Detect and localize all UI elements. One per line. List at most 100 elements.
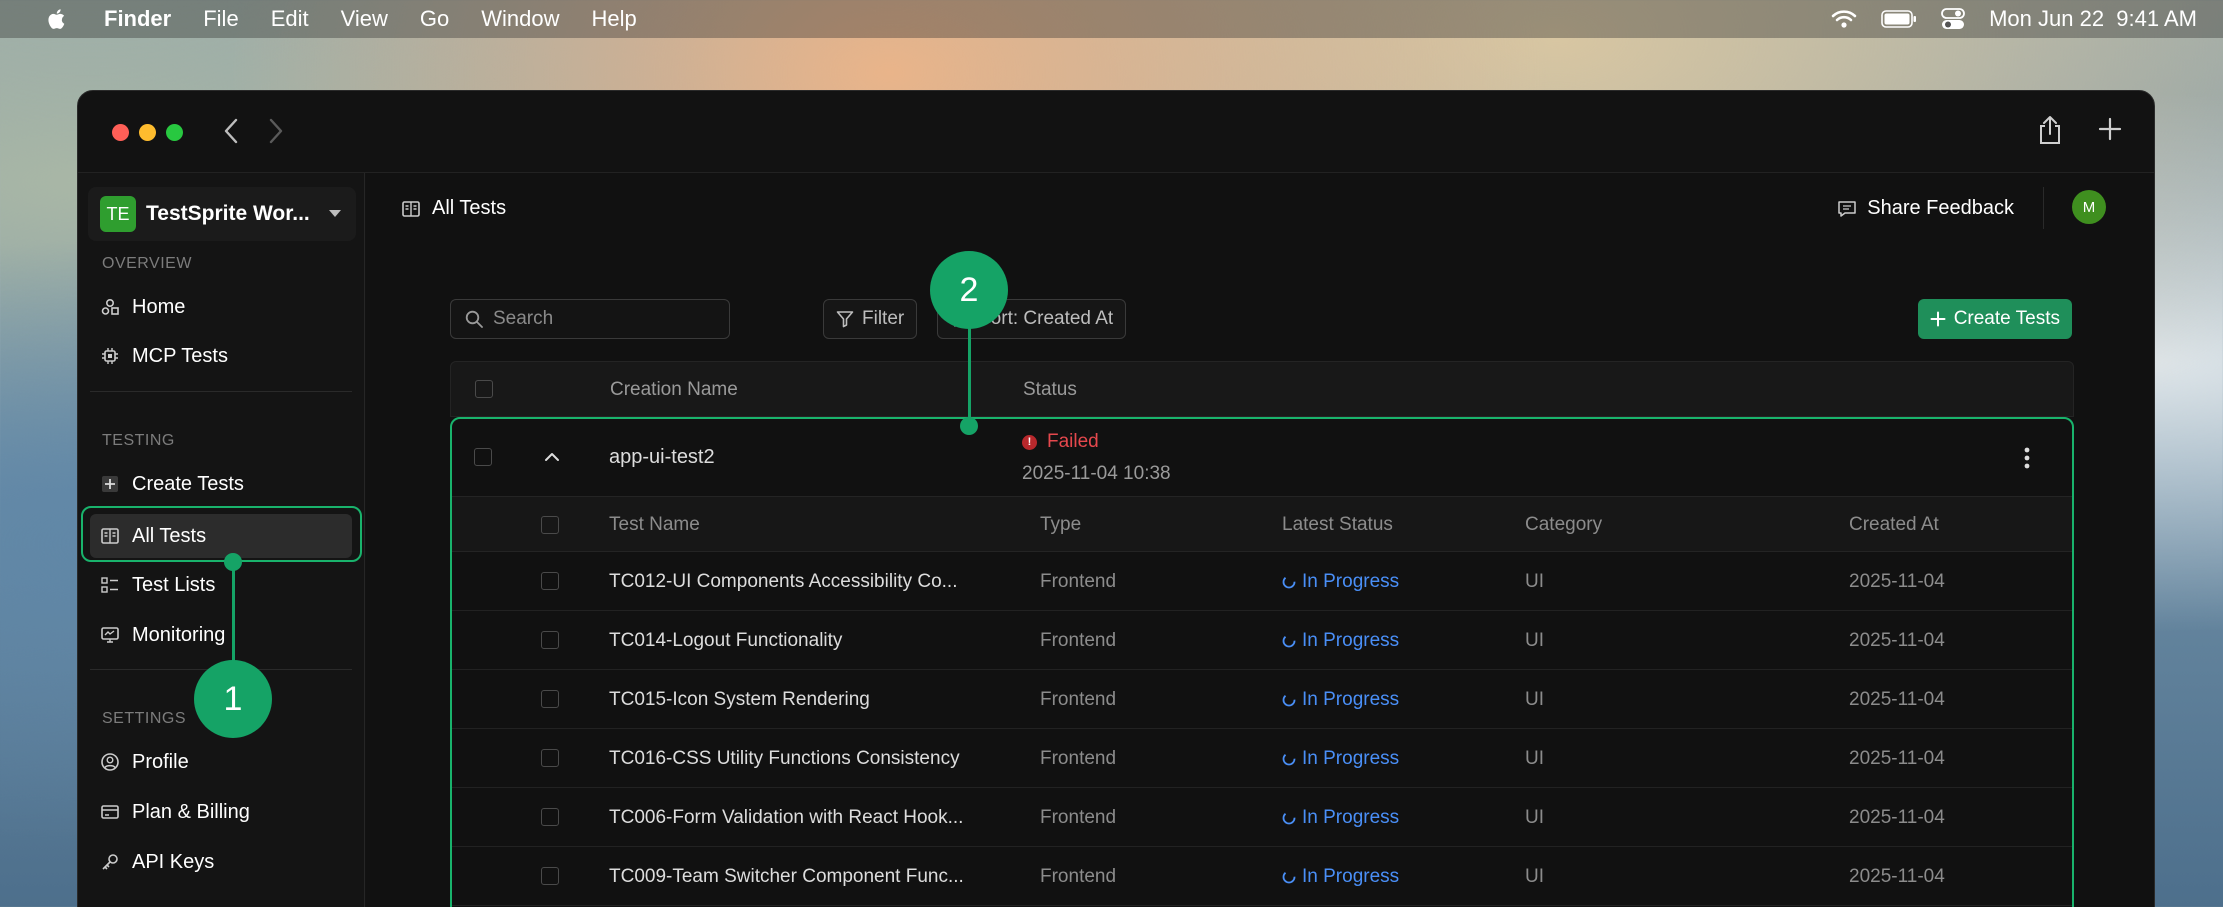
- creation-name[interactable]: app-ui-test2: [609, 446, 715, 469]
- table-row[interactable]: TC014-Logout Functionality Frontend In P…: [452, 611, 2072, 670]
- breadcrumb: All Tests: [402, 197, 506, 220]
- spinner-icon: [1282, 811, 1296, 825]
- table-row[interactable]: TC006-Form Validation with React Hook...…: [452, 788, 2072, 847]
- filter-label: Filter: [862, 308, 905, 329]
- spinner-icon: [1282, 752, 1296, 766]
- test-created-at: 2025-11-04: [1849, 748, 1945, 769]
- latest-status: In Progress: [1282, 748, 1399, 770]
- menu-go[interactable]: Go: [420, 6, 449, 32]
- control-center-icon[interactable]: [1941, 8, 1965, 30]
- book-icon: [402, 200, 420, 217]
- group-row[interactable]: app-ui-test2 ! Failed 2025-11-04 10:38: [452, 419, 2072, 497]
- spinner-icon: [1282, 634, 1296, 648]
- test-name[interactable]: TC016-CSS Utility Functions Consistency: [609, 748, 960, 770]
- row-checkbox[interactable]: [541, 808, 559, 826]
- sidebar-item-plan-billing[interactable]: Plan & Billing: [90, 790, 352, 834]
- menu-finder[interactable]: Finder: [104, 6, 171, 32]
- test-name[interactable]: TC014-Logout Functionality: [609, 630, 842, 652]
- callout-anchor-dot: [960, 417, 978, 435]
- test-type: Frontend: [1040, 807, 1117, 828]
- sidebar-item-profile[interactable]: Profile: [90, 740, 352, 784]
- sidebar-item-label: Home: [132, 295, 186, 318]
- share-feedback-button[interactable]: Share Feedback: [1837, 197, 2014, 220]
- test-type: Frontend: [1040, 689, 1117, 710]
- table-row[interactable]: TC009-Team Switcher Component Func... Fr…: [452, 847, 2072, 906]
- test-type: Frontend: [1040, 571, 1117, 592]
- search-box[interactable]: [450, 299, 730, 339]
- latest-status-text: In Progress: [1302, 689, 1400, 710]
- menubar-clock[interactable]: Mon Jun 22 9:41 AM: [1989, 6, 2197, 32]
- sidebar-item-api-keys[interactable]: API Keys: [90, 840, 352, 884]
- column-test-name[interactable]: Test Name: [609, 514, 700, 536]
- column-latest-status[interactable]: Latest Status: [1282, 514, 1393, 536]
- table-row[interactable]: TC012-UI Components Accessibility Co... …: [452, 552, 2072, 611]
- more-vertical-icon[interactable]: [2024, 447, 2030, 469]
- creation-group: app-ui-test2 ! Failed 2025-11-04 10:38 T…: [450, 417, 2074, 907]
- row-checkbox[interactable]: [541, 867, 559, 885]
- chevron-up-icon[interactable]: [544, 451, 560, 463]
- table-row[interactable]: TC016-CSS Utility Functions Consistency …: [452, 729, 2072, 788]
- test-name[interactable]: TC009-Team Switcher Component Func...: [609, 866, 964, 888]
- callout-badge-1: 1: [194, 660, 272, 738]
- search-input[interactable]: [493, 308, 713, 330]
- latest-status-text: In Progress: [1302, 630, 1400, 651]
- chevron-right-icon[interactable]: [268, 117, 284, 145]
- status-badge: ! Failed: [1022, 431, 1099, 453]
- zoom-window-button[interactable]: [166, 124, 183, 141]
- sidebar-item-test-lists[interactable]: Test Lists: [90, 563, 352, 607]
- menu-window[interactable]: Window: [481, 6, 559, 32]
- user-circle-icon: [100, 752, 120, 772]
- test-created-at: 2025-11-04: [1849, 571, 1945, 592]
- main-content: All Tests Share Feedback M Filter Sort: …: [366, 173, 2154, 907]
- menu-file[interactable]: File: [203, 6, 238, 32]
- column-category[interactable]: Category: [1525, 514, 1602, 536]
- alert-icon: !: [1022, 434, 1037, 450]
- test-type: Frontend: [1040, 748, 1117, 769]
- spinner-icon: [1282, 575, 1296, 589]
- test-name[interactable]: TC015-Icon System Rendering: [609, 689, 870, 711]
- sidebar-item-home[interactable]: Home: [90, 285, 352, 329]
- row-checkbox[interactable]: [541, 631, 559, 649]
- workspace-switcher[interactable]: TE TestSprite Wor...: [88, 187, 356, 241]
- sidebar-item-create-tests[interactable]: Create Tests: [90, 462, 352, 506]
- row-checkbox[interactable]: [474, 448, 492, 466]
- plus-square-icon: [100, 474, 120, 494]
- message-icon: [1838, 200, 1856, 217]
- wifi-icon[interactable]: [1831, 9, 1857, 29]
- plus-icon[interactable]: [2098, 117, 2122, 141]
- minimize-window-button[interactable]: [139, 124, 156, 141]
- column-creation-name[interactable]: Creation Name: [610, 379, 738, 401]
- test-name[interactable]: TC006-Form Validation with React Hook...: [609, 807, 963, 829]
- spinner-icon: [1282, 693, 1296, 707]
- column-status[interactable]: Status: [1023, 379, 1077, 401]
- checklist-icon: [100, 575, 120, 595]
- sidebar-item-label: Profile: [132, 750, 189, 773]
- apple-icon[interactable]: [44, 7, 66, 31]
- select-all-checkbox[interactable]: [475, 380, 493, 398]
- chevron-left-icon[interactable]: [223, 117, 239, 145]
- share-icon[interactable]: [2038, 115, 2062, 145]
- sidebar-item-mcp-tests[interactable]: MCP Tests: [90, 334, 352, 378]
- close-window-button[interactable]: [112, 124, 129, 141]
- sidebar-item-label: API Keys: [132, 850, 215, 873]
- filter-button[interactable]: Filter: [823, 299, 918, 339]
- row-checkbox[interactable]: [541, 749, 559, 767]
- table-row[interactable]: TC015-Icon System Rendering Frontend In …: [452, 670, 2072, 729]
- test-name[interactable]: TC012-UI Components Accessibility Co...: [609, 571, 957, 593]
- sidebar-item-label: Create Tests: [132, 472, 244, 495]
- menu-help[interactable]: Help: [592, 6, 637, 32]
- column-created-at[interactable]: Created At: [1849, 514, 1939, 536]
- sidebar-item-monitoring[interactable]: Monitoring: [90, 613, 352, 657]
- menu-view[interactable]: View: [341, 6, 388, 32]
- select-all-subtests-checkbox[interactable]: [541, 516, 559, 534]
- menu-edit[interactable]: Edit: [271, 6, 309, 32]
- column-type[interactable]: Type: [1040, 514, 1081, 536]
- latest-status: In Progress: [1282, 866, 1399, 888]
- battery-icon[interactable]: [1881, 10, 1917, 28]
- row-checkbox[interactable]: [541, 572, 559, 590]
- create-tests-button[interactable]: Create Tests: [1917, 299, 2072, 339]
- test-category: UI: [1525, 866, 1544, 887]
- row-checkbox[interactable]: [541, 690, 559, 708]
- sidebar-item-label: Plan & Billing: [132, 800, 250, 823]
- avatar[interactable]: M: [2072, 190, 2106, 224]
